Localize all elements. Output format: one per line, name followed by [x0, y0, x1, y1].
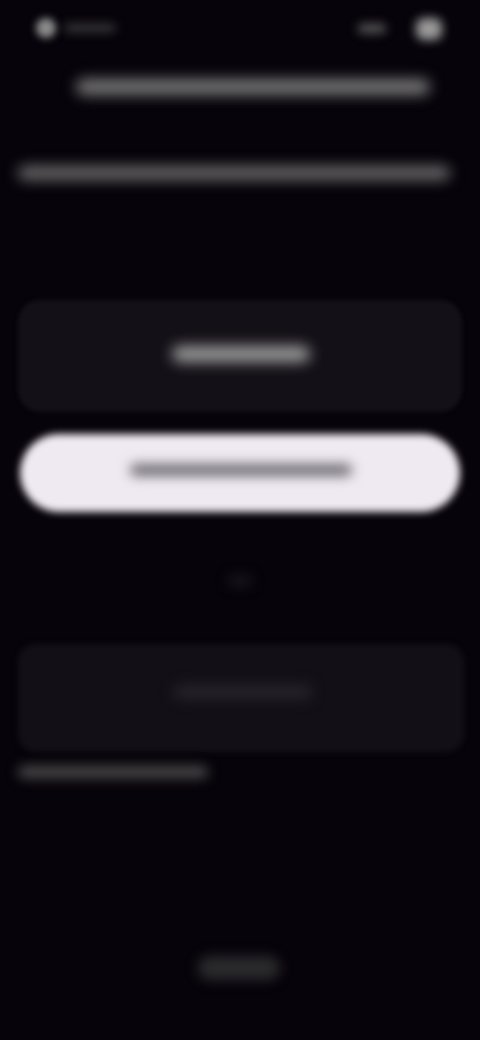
bottom-button[interactable] [198, 956, 280, 980]
info-card-label [172, 362, 173, 363]
primary-action-button-text [130, 464, 352, 476]
info-card-title [172, 346, 310, 366]
page-description [18, 166, 450, 188]
info-card-title-text [172, 346, 310, 362]
page-description-label [18, 180, 19, 181]
avatar-icon [36, 18, 56, 38]
status-bar [0, 0, 480, 56]
divider [228, 576, 252, 586]
page-title [76, 76, 430, 98]
secondary-card-title-text [174, 686, 312, 698]
primary-action-button-label [130, 464, 352, 480]
primary-action-label [130, 476, 131, 477]
secondary-card-label [174, 698, 175, 699]
battery-icon [416, 18, 442, 40]
bottom-button-label [198, 956, 199, 957]
footnote-link[interactable] [18, 766, 208, 784]
secondary-card-title [174, 686, 312, 704]
page-description-text [18, 166, 450, 180]
footnote-text [18, 766, 208, 778]
footnote-label [18, 778, 19, 779]
app-screen [0, 0, 480, 1040]
signal-icon [358, 24, 386, 33]
status-indicators [64, 24, 116, 32]
page-title-text [76, 79, 430, 95]
